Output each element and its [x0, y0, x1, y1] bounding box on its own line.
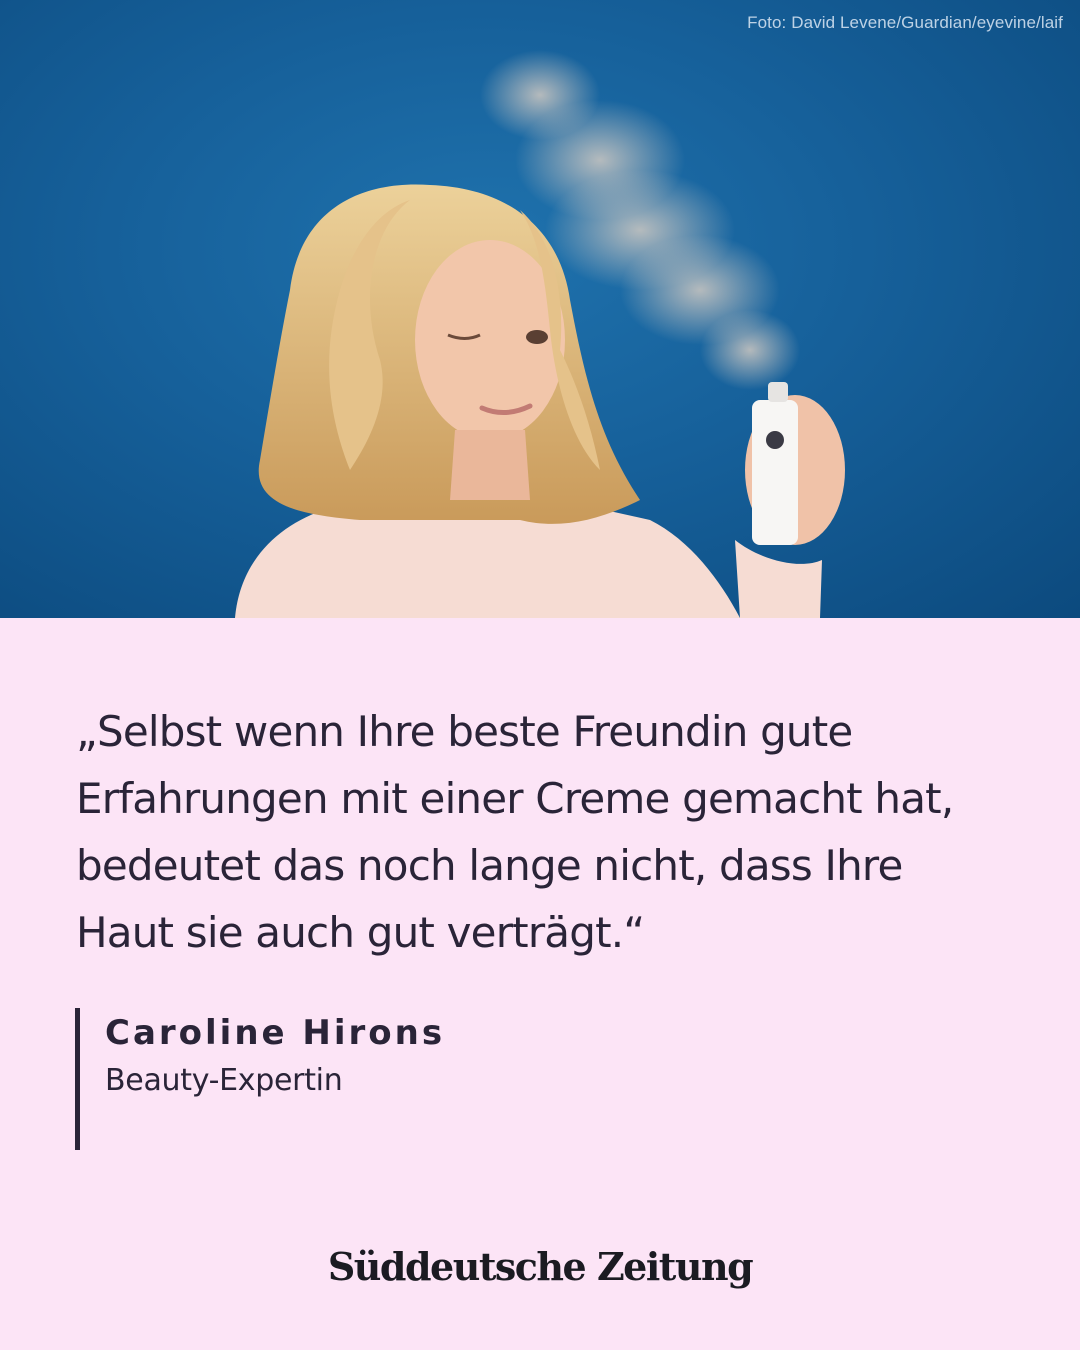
quote-card: Foto: David Levene/Guardian/eyevine/laif… — [0, 0, 1080, 1350]
attribution-role: Beauty-Expertin — [105, 1063, 343, 1098]
portrait-illustration — [235, 50, 845, 618]
attribution-name: Caroline Hirons — [105, 1013, 446, 1053]
quote-text: „Selbst wenn Ihre beste Freundin gute Er… — [76, 707, 954, 957]
portrait-photo: Foto: David Levene/Guardian/eyevine/laif — [0, 0, 1080, 618]
photo-credit: Foto: David Levene/Guardian/eyevine/laif — [747, 13, 1063, 32]
attribution-block: Caroline Hirons Beauty-Expertin — [75, 1008, 445, 1150]
brand-logo: Süddeutsche Zeitung — [327, 1244, 754, 1289]
spray-bottle — [745, 382, 845, 545]
